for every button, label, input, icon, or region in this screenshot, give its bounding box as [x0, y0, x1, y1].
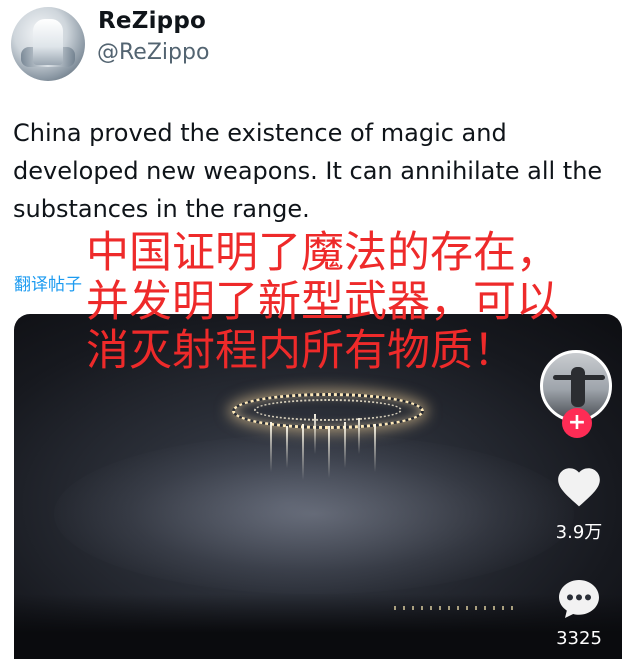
creator-figure [571, 367, 585, 407]
tweet-text: China proved the existence of magic and … [13, 119, 603, 223]
fog-haze [54, 434, 574, 594]
light-beam [270, 422, 272, 472]
light-beam [358, 418, 360, 454]
dark-horizon [14, 594, 622, 659]
avatar-figure [33, 19, 63, 65]
comment-bubble-icon[interactable] [555, 575, 603, 623]
caption-line: 并发明了新型武器，可以 [86, 277, 559, 327]
light-beam [286, 426, 288, 468]
light-beam [374, 424, 376, 472]
caption-line: 中国证明了魔法的存在， [86, 228, 559, 278]
follow-button[interactable]: + [562, 408, 592, 438]
city-lights [394, 606, 514, 610]
heart-icon[interactable] [554, 462, 604, 512]
comment-count: 3325 [556, 628, 602, 649]
light-beam [314, 414, 316, 454]
light-beam [344, 422, 346, 468]
like-count: 3.9万 [555, 522, 603, 543]
author-display-name[interactable]: ReZippo [98, 8, 206, 34]
chinese-caption-overlay: 中国证明了魔法的存在， 并发明了新型武器，可以 消灭射程内所有物质！ [86, 229, 626, 376]
light-beam [302, 424, 304, 480]
drone-ring-inner [254, 399, 402, 421]
author-avatar[interactable] [11, 7, 85, 81]
author-handle[interactable]: @ReZippo [97, 40, 209, 65]
translate-post-link[interactable]: 翻译帖子 [14, 270, 82, 295]
light-beam [328, 426, 330, 478]
